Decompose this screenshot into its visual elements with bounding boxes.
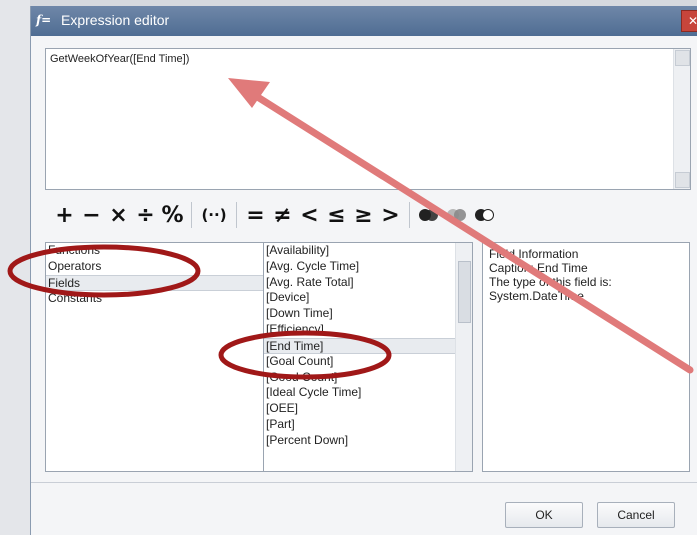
- category-item-operators[interactable]: Operators: [46, 259, 280, 275]
- field-info-panel: Field Information Caption: End Time The …: [482, 242, 690, 472]
- category-list[interactable]: Functions Operators Fields Constants: [45, 242, 281, 472]
- field-list[interactable]: [Availability] [Avg. Cycle Time] [Avg. R…: [263, 242, 473, 472]
- minus-button[interactable]: −: [78, 200, 105, 230]
- list-item-selected[interactable]: [End Time]: [264, 337, 472, 354]
- list-item[interactable]: [Efficiency]: [264, 322, 472, 338]
- list-item[interactable]: [Availability]: [264, 243, 472, 259]
- and-icon[interactable]: [415, 200, 443, 230]
- info-type-value: System.DateTime: [489, 289, 584, 303]
- info-type-label: The type of this field is:: [489, 275, 612, 289]
- plus-button[interactable]: +: [51, 200, 78, 230]
- list-item[interactable]: [Ideal Cycle Time]: [264, 385, 472, 401]
- toolbar-separator: [409, 202, 410, 228]
- toolbar-separator: [236, 202, 237, 228]
- divide-button[interactable]: ÷: [132, 200, 159, 230]
- list-item[interactable]: [Down Time]: [264, 306, 472, 322]
- expression-text: GetWeekOfYear([End Time]): [50, 53, 190, 65]
- list-item[interactable]: [Part]: [264, 417, 472, 433]
- greater-equal-button[interactable]: ≥: [350, 200, 377, 230]
- list-item[interactable]: [Goal Count]: [264, 354, 472, 370]
- operator-toolbar: + − × ÷ % (··) = ≠ < ≤ ≥ >: [51, 198, 499, 232]
- close-button[interactable]: ✕: [681, 10, 697, 32]
- list-item[interactable]: [OEE]: [264, 401, 472, 417]
- scrollbar-thumb[interactable]: [458, 261, 471, 323]
- not-icon[interactable]: [471, 200, 499, 230]
- close-icon: ✕: [687, 14, 697, 28]
- not-equals-button[interactable]: ≠: [269, 200, 296, 230]
- modulo-button[interactable]: %: [159, 200, 186, 230]
- info-heading: Field Information: [489, 247, 579, 261]
- footer-divider: [31, 482, 697, 483]
- scroll-up-arrow-icon[interactable]: [675, 50, 690, 66]
- function-icon: f=: [36, 13, 52, 27]
- expression-editor-dialog: f= Expression editor ✕ GetWeekOfYear([En…: [30, 6, 697, 535]
- category-item-functions[interactable]: Functions: [46, 243, 280, 259]
- scroll-down-arrow-icon[interactable]: [675, 172, 690, 188]
- less-than-button[interactable]: <: [296, 200, 323, 230]
- dialog-title: Expression editor: [61, 12, 170, 28]
- expression-scrollbar[interactable]: [673, 49, 690, 189]
- parentheses-button[interactable]: (··): [197, 200, 231, 230]
- category-item-fields[interactable]: Fields: [46, 274, 280, 291]
- ok-button[interactable]: OK: [505, 502, 583, 528]
- or-icon[interactable]: [443, 200, 471, 230]
- greater-than-button[interactable]: >: [377, 200, 404, 230]
- list-item[interactable]: [Avg. Rate Total]: [264, 275, 472, 291]
- list-item[interactable]: [Avg. Cycle Time]: [264, 259, 472, 275]
- category-item-constants[interactable]: Constants: [46, 291, 280, 307]
- equals-button[interactable]: =: [242, 200, 269, 230]
- desktop-background: [0, 0, 30, 535]
- title-bar: f= Expression editor ✕: [31, 6, 697, 36]
- expression-input[interactable]: GetWeekOfYear([End Time]): [45, 48, 691, 190]
- info-caption: Caption: End Time: [489, 261, 588, 275]
- field-list-scrollbar[interactable]: [455, 243, 472, 471]
- toolbar-separator: [191, 202, 192, 228]
- list-item[interactable]: [Good Count]: [264, 370, 472, 386]
- cancel-button[interactable]: Cancel: [597, 502, 675, 528]
- list-item[interactable]: [Percent Down]: [264, 433, 472, 449]
- multiply-button[interactable]: ×: [105, 200, 132, 230]
- list-item[interactable]: [Device]: [264, 290, 472, 306]
- less-equal-button[interactable]: ≤: [323, 200, 350, 230]
